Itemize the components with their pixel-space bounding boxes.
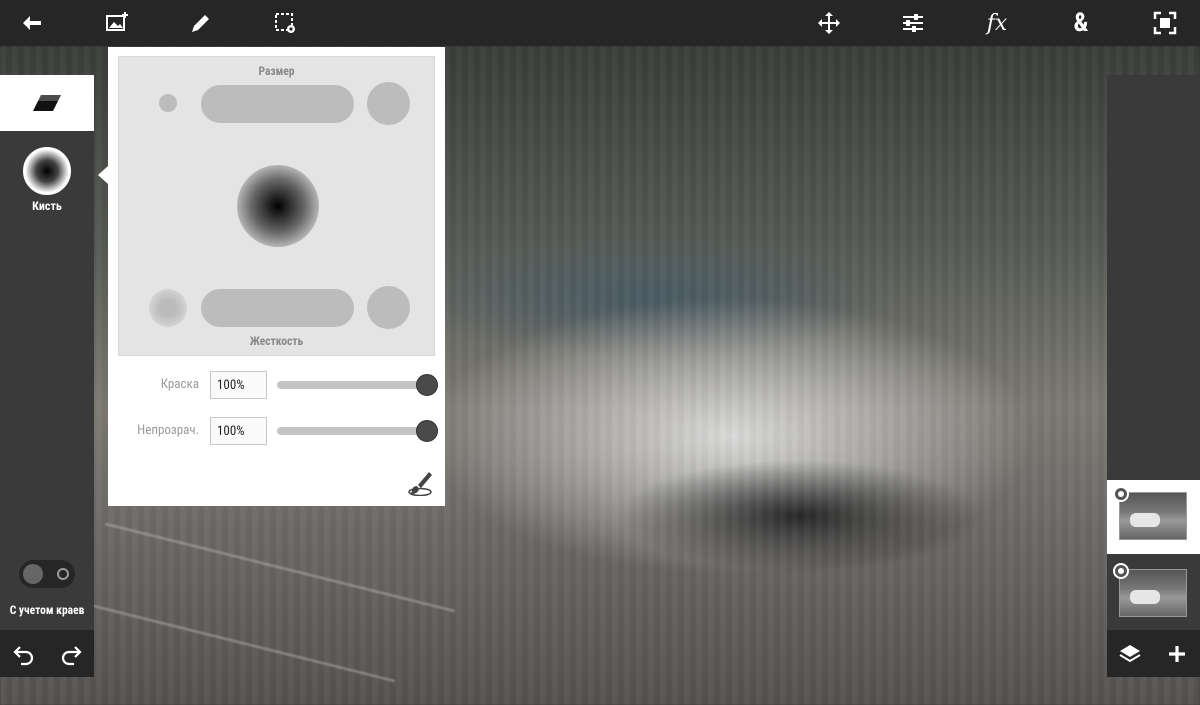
- layers-panel: [1107, 75, 1200, 677]
- canvas-texture: [104, 522, 456, 613]
- layers-icon[interactable]: [1118, 642, 1142, 666]
- opacity-value-field[interactable]: 100%: [210, 417, 267, 445]
- brush-label: Кисть: [32, 199, 62, 213]
- hardness-soft-button[interactable]: [149, 289, 187, 327]
- opacity-slider-track[interactable]: [277, 427, 427, 435]
- size-slider[interactable]: [201, 85, 354, 123]
- undo-redo-bar: [0, 630, 94, 677]
- brush-preview-icon: [23, 147, 71, 195]
- hardness-slider[interactable]: [201, 289, 354, 327]
- paint-slider-thumb[interactable]: [416, 374, 438, 396]
- brush-settings-popup: Размер Жесткость Краска 100% Непрозрач. …: [108, 47, 445, 506]
- undo-icon[interactable]: [12, 642, 36, 666]
- fit-screen-icon[interactable]: [1142, 0, 1188, 46]
- eraser-tab[interactable]: [0, 75, 94, 131]
- move-icon[interactable]: [806, 0, 852, 46]
- paint-row: Краска 100%: [108, 371, 445, 399]
- layer-thumbnail: [1119, 569, 1187, 617]
- paint-label: Краска: [160, 377, 199, 392]
- pencil-icon[interactable]: [178, 0, 224, 46]
- blend-icon[interactable]: &: [1058, 0, 1104, 46]
- paint-slider-track[interactable]: [277, 381, 427, 389]
- edge-aware-label: С учетом краев: [9, 603, 85, 617]
- brush-settings-icon[interactable]: [407, 470, 433, 496]
- size-small-button[interactable]: [159, 94, 177, 112]
- size-large-button[interactable]: [367, 82, 410, 125]
- add-image-icon[interactable]: [94, 0, 140, 46]
- layers-bar: [1107, 630, 1200, 677]
- brush-tip-preview: [237, 165, 319, 247]
- layer-item[interactable]: [1107, 557, 1200, 631]
- layer-thumbnail: [1119, 492, 1187, 540]
- opacity-slider-thumb[interactable]: [416, 420, 438, 442]
- layer-visibility-icon[interactable]: [1113, 486, 1129, 502]
- tool-panel: Кисть С учетом краев: [0, 75, 94, 677]
- brush-tool[interactable]: Кисть: [0, 147, 94, 213]
- redo-icon[interactable]: [59, 642, 83, 666]
- opacity-row: Непрозрач. 100%: [108, 417, 445, 445]
- top-toolbar: fx &: [0, 0, 1200, 46]
- toggle-ring: [57, 568, 69, 580]
- adjustments-icon[interactable]: [890, 0, 936, 46]
- back-arrow-icon[interactable]: [10, 0, 56, 46]
- brush-preview-area: Размер Жесткость: [118, 56, 435, 356]
- size-label: Размер: [258, 64, 295, 78]
- hardness-label: Жесткость: [249, 334, 304, 348]
- edge-aware-toggle[interactable]: [19, 560, 75, 588]
- fx-icon[interactable]: fx: [974, 0, 1020, 46]
- opacity-label: Непрозрач.: [137, 423, 199, 438]
- hardness-hard-button[interactable]: [367, 286, 410, 329]
- layer-visibility-icon[interactable]: [1113, 563, 1129, 579]
- layer-item[interactable]: [1107, 480, 1200, 554]
- add-layer-icon[interactable]: [1165, 642, 1189, 666]
- canvas-texture: [44, 592, 396, 683]
- eraser-icon: [33, 95, 61, 111]
- paint-value-field[interactable]: 100%: [210, 371, 267, 399]
- toggle-knob: [23, 564, 43, 584]
- selection-settings-icon[interactable]: [262, 0, 308, 46]
- popup-pointer: [98, 166, 108, 184]
